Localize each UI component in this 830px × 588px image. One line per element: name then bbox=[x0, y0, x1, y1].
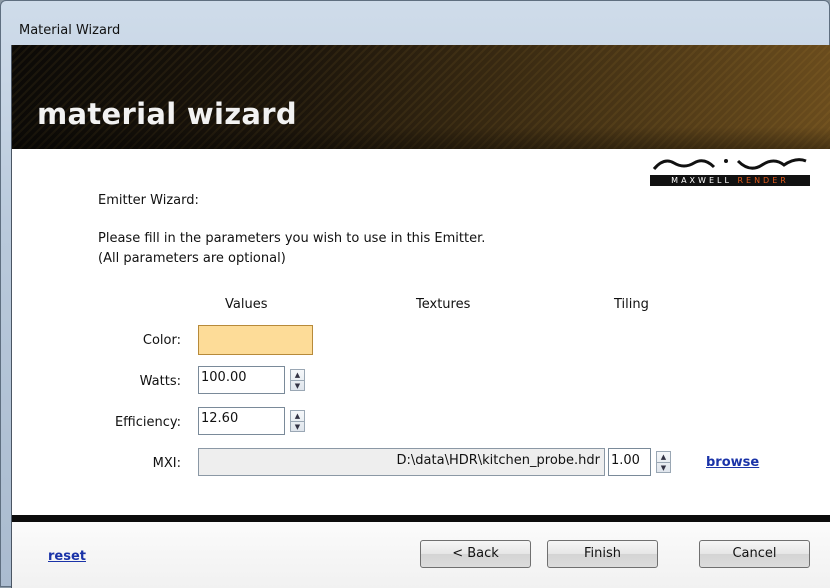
logo-wordmark: MAXWELL RENDER bbox=[650, 175, 810, 186]
spin-down-icon[interactable]: ▼ bbox=[291, 422, 304, 432]
maxwell-render-logo: MAXWELL RENDER bbox=[650, 153, 810, 187]
efficiency-label: Efficiency: bbox=[114, 415, 181, 430]
back-button[interactable]: < Back bbox=[420, 540, 531, 568]
header-banner: material wizard bbox=[12, 45, 830, 149]
mxi-path-field[interactable]: D:\data\HDR\kitchen_probe.hdr bbox=[198, 448, 605, 476]
spin-up-icon[interactable]: ▲ bbox=[291, 411, 304, 422]
banner-title: material wizard bbox=[37, 97, 297, 131]
mxi-tiling-input[interactable]: 1.00 bbox=[608, 448, 651, 476]
wizard-heading: Emitter Wizard: bbox=[98, 193, 199, 208]
wizard-description-line1: Please fill in the parameters you wish t… bbox=[98, 231, 486, 246]
wizard-client-area: material wizard MAXWELL RENDER Emitter W… bbox=[11, 45, 830, 588]
column-header-tiling: Tiling bbox=[614, 297, 649, 312]
column-header-textures: Textures bbox=[416, 297, 471, 312]
efficiency-input[interactable]: 12.60 bbox=[198, 407, 285, 435]
logo-word-render: RENDER bbox=[737, 176, 789, 185]
efficiency-spinner[interactable]: ▲ ▼ bbox=[290, 410, 305, 432]
watts-spinner[interactable]: ▲ ▼ bbox=[290, 369, 305, 391]
title-bar[interactable]: Material Wizard bbox=[1, 1, 830, 41]
column-header-values: Values bbox=[225, 297, 268, 312]
browse-link[interactable]: browse bbox=[706, 455, 759, 470]
footer-bar: reset < Back Finish Cancel bbox=[12, 522, 830, 588]
watts-input[interactable]: 100.00 bbox=[198, 366, 285, 394]
color-label: Color: bbox=[142, 333, 181, 348]
footer-divider bbox=[12, 515, 830, 522]
watts-label: Watts: bbox=[139, 374, 181, 389]
logo-word-maxwell: MAXWELL bbox=[671, 176, 732, 185]
color-swatch[interactable] bbox=[198, 325, 313, 355]
spin-up-icon[interactable]: ▲ bbox=[291, 370, 304, 381]
logo-wave-icon bbox=[652, 158, 807, 170]
material-wizard-window: Material Wizard material wizard MAXWELL … bbox=[0, 0, 830, 588]
mxi-label: MXI: bbox=[152, 456, 181, 471]
wizard-description-line2: (All parameters are optional) bbox=[98, 251, 286, 266]
cancel-button[interactable]: Cancel bbox=[699, 540, 810, 568]
spin-down-icon[interactable]: ▼ bbox=[291, 381, 304, 391]
mxi-tiling-spinner[interactable]: ▲ ▼ bbox=[656, 451, 671, 473]
reset-link[interactable]: reset bbox=[48, 549, 86, 564]
spin-down-icon[interactable]: ▼ bbox=[657, 463, 670, 473]
window-title: Material Wizard bbox=[19, 23, 121, 38]
finish-button[interactable]: Finish bbox=[547, 540, 658, 568]
spin-up-icon[interactable]: ▲ bbox=[657, 452, 670, 463]
